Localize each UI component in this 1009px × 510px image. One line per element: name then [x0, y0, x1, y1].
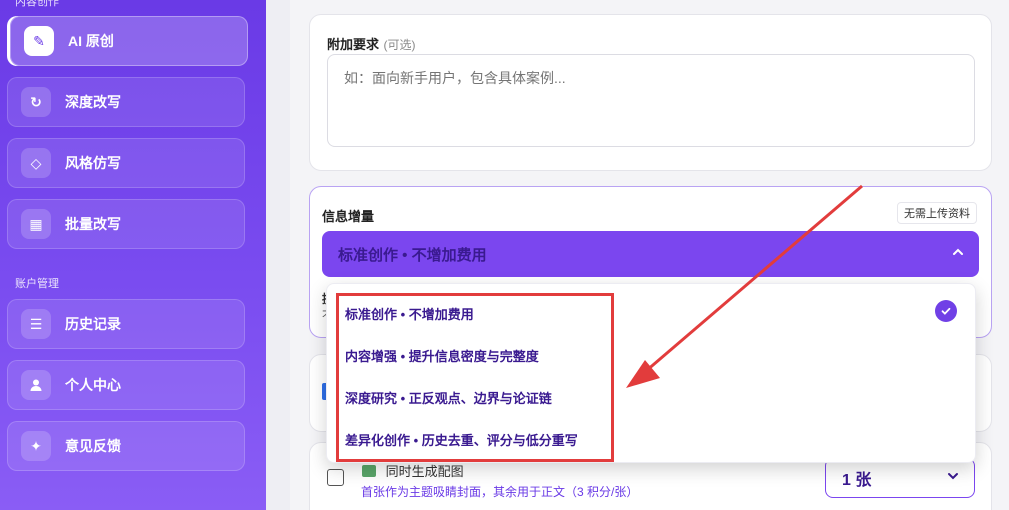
- sidebar: 内容创作 ✎ AI 原创 ↻ 深度改写 ◇ 风格仿写 ▦ 批量改写 账户管理 ☰…: [0, 0, 266, 510]
- sidebar-item-label: 个人中心: [65, 377, 121, 393]
- sidebar-item-ai-original[interactable]: ✎ AI 原创: [10, 16, 248, 66]
- check-icon: [935, 300, 957, 322]
- selected-option-text: 标准创作 • 不增加费用: [338, 246, 487, 264]
- no-upload-badge: 无需上传资料: [897, 202, 977, 224]
- grid-icon: ▦: [21, 209, 51, 239]
- sidebar-item-profile[interactable]: 个人中心: [7, 360, 245, 410]
- sidebar-item-deep-rewrite[interactable]: ↻ 深度改写: [7, 77, 245, 127]
- extra-requirements-title: 附加要求: [327, 37, 380, 52]
- sidebar-item-label: 风格仿写: [65, 155, 121, 171]
- generate-images-checkbox[interactable]: [327, 469, 344, 486]
- image-count-select[interactable]: 1 张: [825, 458, 975, 498]
- info-increment-dropdown: 标准创作 • 不增加费用 内容增强 • 提升信息密度与完整度 深度研究 • 正反…: [326, 283, 976, 463]
- refresh-icon: ↻: [21, 87, 51, 117]
- sidebar-item-label: 深度改写: [65, 94, 121, 110]
- dropdown-option-enhance[interactable]: 内容增强 • 提升信息密度与完整度: [345, 346, 539, 365]
- content-gutter: [266, 0, 290, 510]
- user-icon: [21, 370, 51, 400]
- picture-icon: [362, 465, 376, 477]
- chevron-up-icon: [951, 245, 965, 262]
- extra-requirements-card: 附加要求 (可选): [309, 14, 992, 171]
- sidebar-item-history[interactable]: ☰ 历史记录: [7, 299, 245, 349]
- chevron-down-icon: [946, 469, 960, 486]
- info-increment-select[interactable]: 标准创作 • 不增加费用: [322, 231, 979, 277]
- sparkle-icon: ✦: [21, 431, 51, 461]
- list-icon: ☰: [21, 309, 51, 339]
- sidebar-item-label: 历史记录: [65, 316, 121, 332]
- extra-requirements-heading: 附加要求 (可选): [327, 34, 415, 54]
- sidebar-item-label: 批量改写: [65, 216, 121, 232]
- sidebar-item-feedback[interactable]: ✦ 意见反馈: [7, 421, 245, 471]
- diamond-icon: ◇: [21, 148, 51, 178]
- extra-requirements-input[interactable]: [327, 54, 975, 147]
- sidebar-item-batch-rewrite[interactable]: ▦ 批量改写: [7, 199, 245, 249]
- section-label-account: 账户管理: [15, 278, 59, 290]
- dropdown-option-research[interactable]: 深度研究 • 正反观点、边界与论证链: [345, 388, 552, 407]
- image-generation-desc: 首张作为主题吸睛封面，其余用于正文（3 积分/张）: [361, 485, 639, 499]
- sidebar-item-style-imitate[interactable]: ◇ 风格仿写: [7, 138, 245, 188]
- image-count-value: 1 张: [842, 472, 872, 489]
- sidebar-item-label: 意见反馈: [65, 438, 121, 454]
- pen-icon: ✎: [24, 26, 54, 56]
- optional-label: (可选): [383, 38, 416, 52]
- section-label-content: 内容创作: [15, 0, 59, 8]
- image-generation-heading: 同时生成配图: [362, 461, 464, 480]
- sidebar-item-label: AI 原创: [68, 33, 114, 49]
- image-generation-title: 同时生成配图: [385, 464, 464, 479]
- info-increment-title: 信息增量: [322, 209, 375, 224]
- dropdown-option-standard[interactable]: 标准创作 • 不增加费用: [345, 304, 474, 323]
- dropdown-option-differentiate[interactable]: 差异化创作 • 历史去重、评分与低分重写: [345, 430, 578, 449]
